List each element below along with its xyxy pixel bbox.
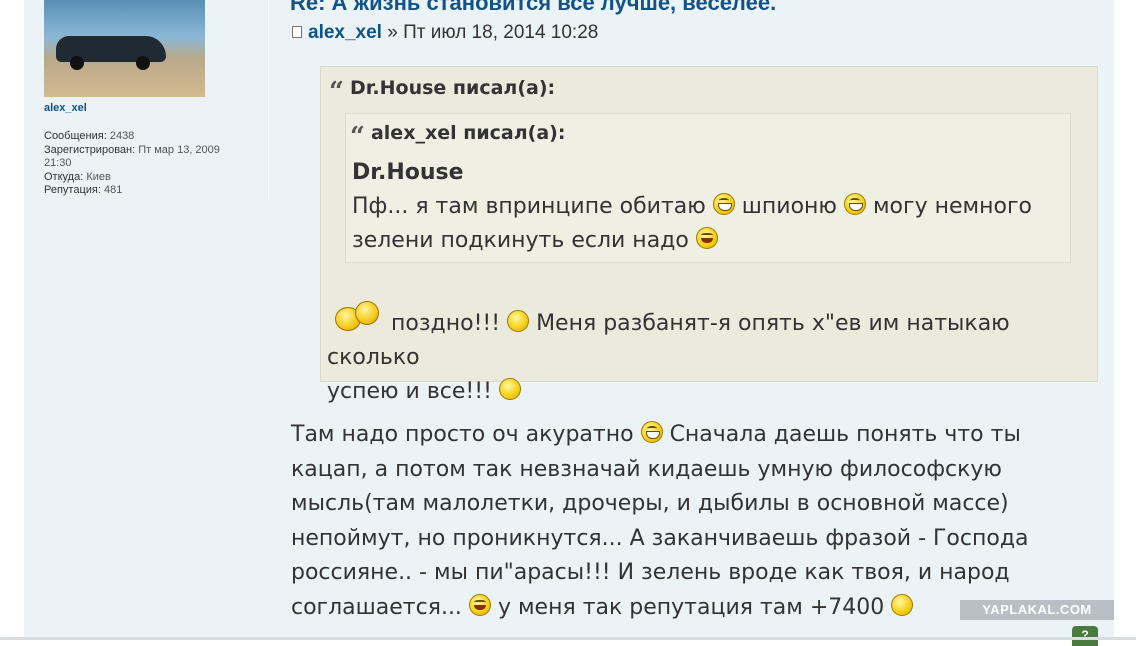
quote-inner-header: “alex_xel писал(а):: [350, 122, 565, 152]
avatar[interactable]: [44, 0, 205, 97]
body-line1a: Там надо просто оч акуратно: [291, 422, 634, 447]
body-line1b: Сначала даешь понять что ты: [669, 422, 1021, 447]
from-value: Киев: [86, 170, 111, 183]
quote-inner-author: alex_xel писал(а):: [370, 122, 566, 144]
body-line4: непоймут, но проникнутся... А заканчивае…: [291, 525, 1029, 551]
quote-inner-line1a: Пф... я там впринципе обитаю: [352, 194, 706, 219]
laugh-smiley-icon: [468, 593, 491, 616]
grin-smiley-icon: [843, 193, 866, 215]
body-line2: кацап, а потом так невзначай кидаешь умн…: [291, 456, 1002, 482]
registered-value: Пт мар 13, 2009: [138, 143, 220, 156]
grin-smiley-icon: [712, 193, 735, 215]
quote-outer-author: Dr.House писал(а):: [349, 77, 556, 99]
post-separator: »: [387, 22, 398, 43]
post-body: Там надо просто оч акуратно Сначала даеш…: [291, 418, 1091, 625]
body-line6a: соглашается...: [291, 594, 462, 620]
quote-mark-icon: “: [329, 77, 344, 107]
grin-smiley-icon: [640, 421, 663, 443]
quote-outer-line2: успею и все!!!: [327, 379, 492, 404]
yellow-dot-smiley-icon: [507, 310, 530, 332]
body-line3: мысль(там малолетки, дрочеры, и дыбилы в…: [291, 491, 1009, 516]
post-date: Пт июл 18, 2014 10:28: [403, 22, 599, 43]
doc-icon[interactable]: [292, 26, 302, 38]
profile-details: Сообщения: 2438 Зарегистрирован: Пт мар …: [44, 130, 220, 198]
quote-outer: “Dr.House писал(а): “alex_xel писал(а): …: [320, 66, 1098, 404]
quote-inner-name: Dr.House: [352, 160, 464, 185]
quote-inner-line1b: шпионю: [741, 194, 837, 219]
user-profile: alex_xel Сообщения: 2438 Зарегистрирован…: [44, 0, 268, 200]
reputation-value: 481: [103, 184, 123, 197]
quote-inner-line2: зелени подкинуть если надо: [352, 228, 689, 253]
quote-outer-header: “Dr.House писал(а):: [329, 77, 555, 107]
post-meta: alex_xel » Пт июл 18, 2014 10:28: [292, 22, 598, 44]
body-line6b: у меня так репутация там +7400: [497, 594, 885, 620]
quote-outer-body: поздно!!! Меня разбанят-я опять х"ев им …: [327, 307, 1097, 409]
posts-value: 2438: [109, 130, 135, 142]
wheel-icon: [70, 56, 84, 70]
registered-time: 21:30: [44, 157, 72, 170]
posts-label: Сообщения:: [44, 130, 107, 142]
profile-username[interactable]: alex_xel: [44, 102, 87, 114]
yellow-dot-smiley-icon: [498, 378, 521, 400]
quote-inner-body: Dr.House Пф... я там впринципе обитаю шп…: [352, 156, 1032, 258]
quote-inner: “alex_xel писал(а): Dr.House Пф... я там…: [345, 113, 1071, 263]
quote-mark-icon: “: [350, 122, 365, 152]
registered-label: Зарегистрирован:: [44, 143, 136, 156]
yellow-dot-smiley-icon: [891, 593, 914, 616]
quote-inner-line1c: могу немного: [872, 194, 1032, 219]
post-title[interactable]: Re: А жизнь становится все лучше, веселе…: [290, 0, 776, 16]
help-button[interactable]: ?: [1072, 626, 1098, 646]
laugh-smiley-icon: [695, 227, 718, 249]
watermark: YAPLAKAL.COM: [960, 600, 1114, 620]
quote-outer-line1a: поздно!!!: [391, 311, 501, 336]
body-line5: россияне.. - мы пи"арасы!!! И зелень вро…: [291, 560, 1010, 585]
reputation-label: Репутация:: [44, 184, 101, 197]
post-author[interactable]: alex_xel: [308, 22, 382, 43]
from-label: Откуда:: [44, 170, 84, 183]
wheel-icon: [136, 56, 150, 70]
profile-divider: [268, 0, 269, 200]
